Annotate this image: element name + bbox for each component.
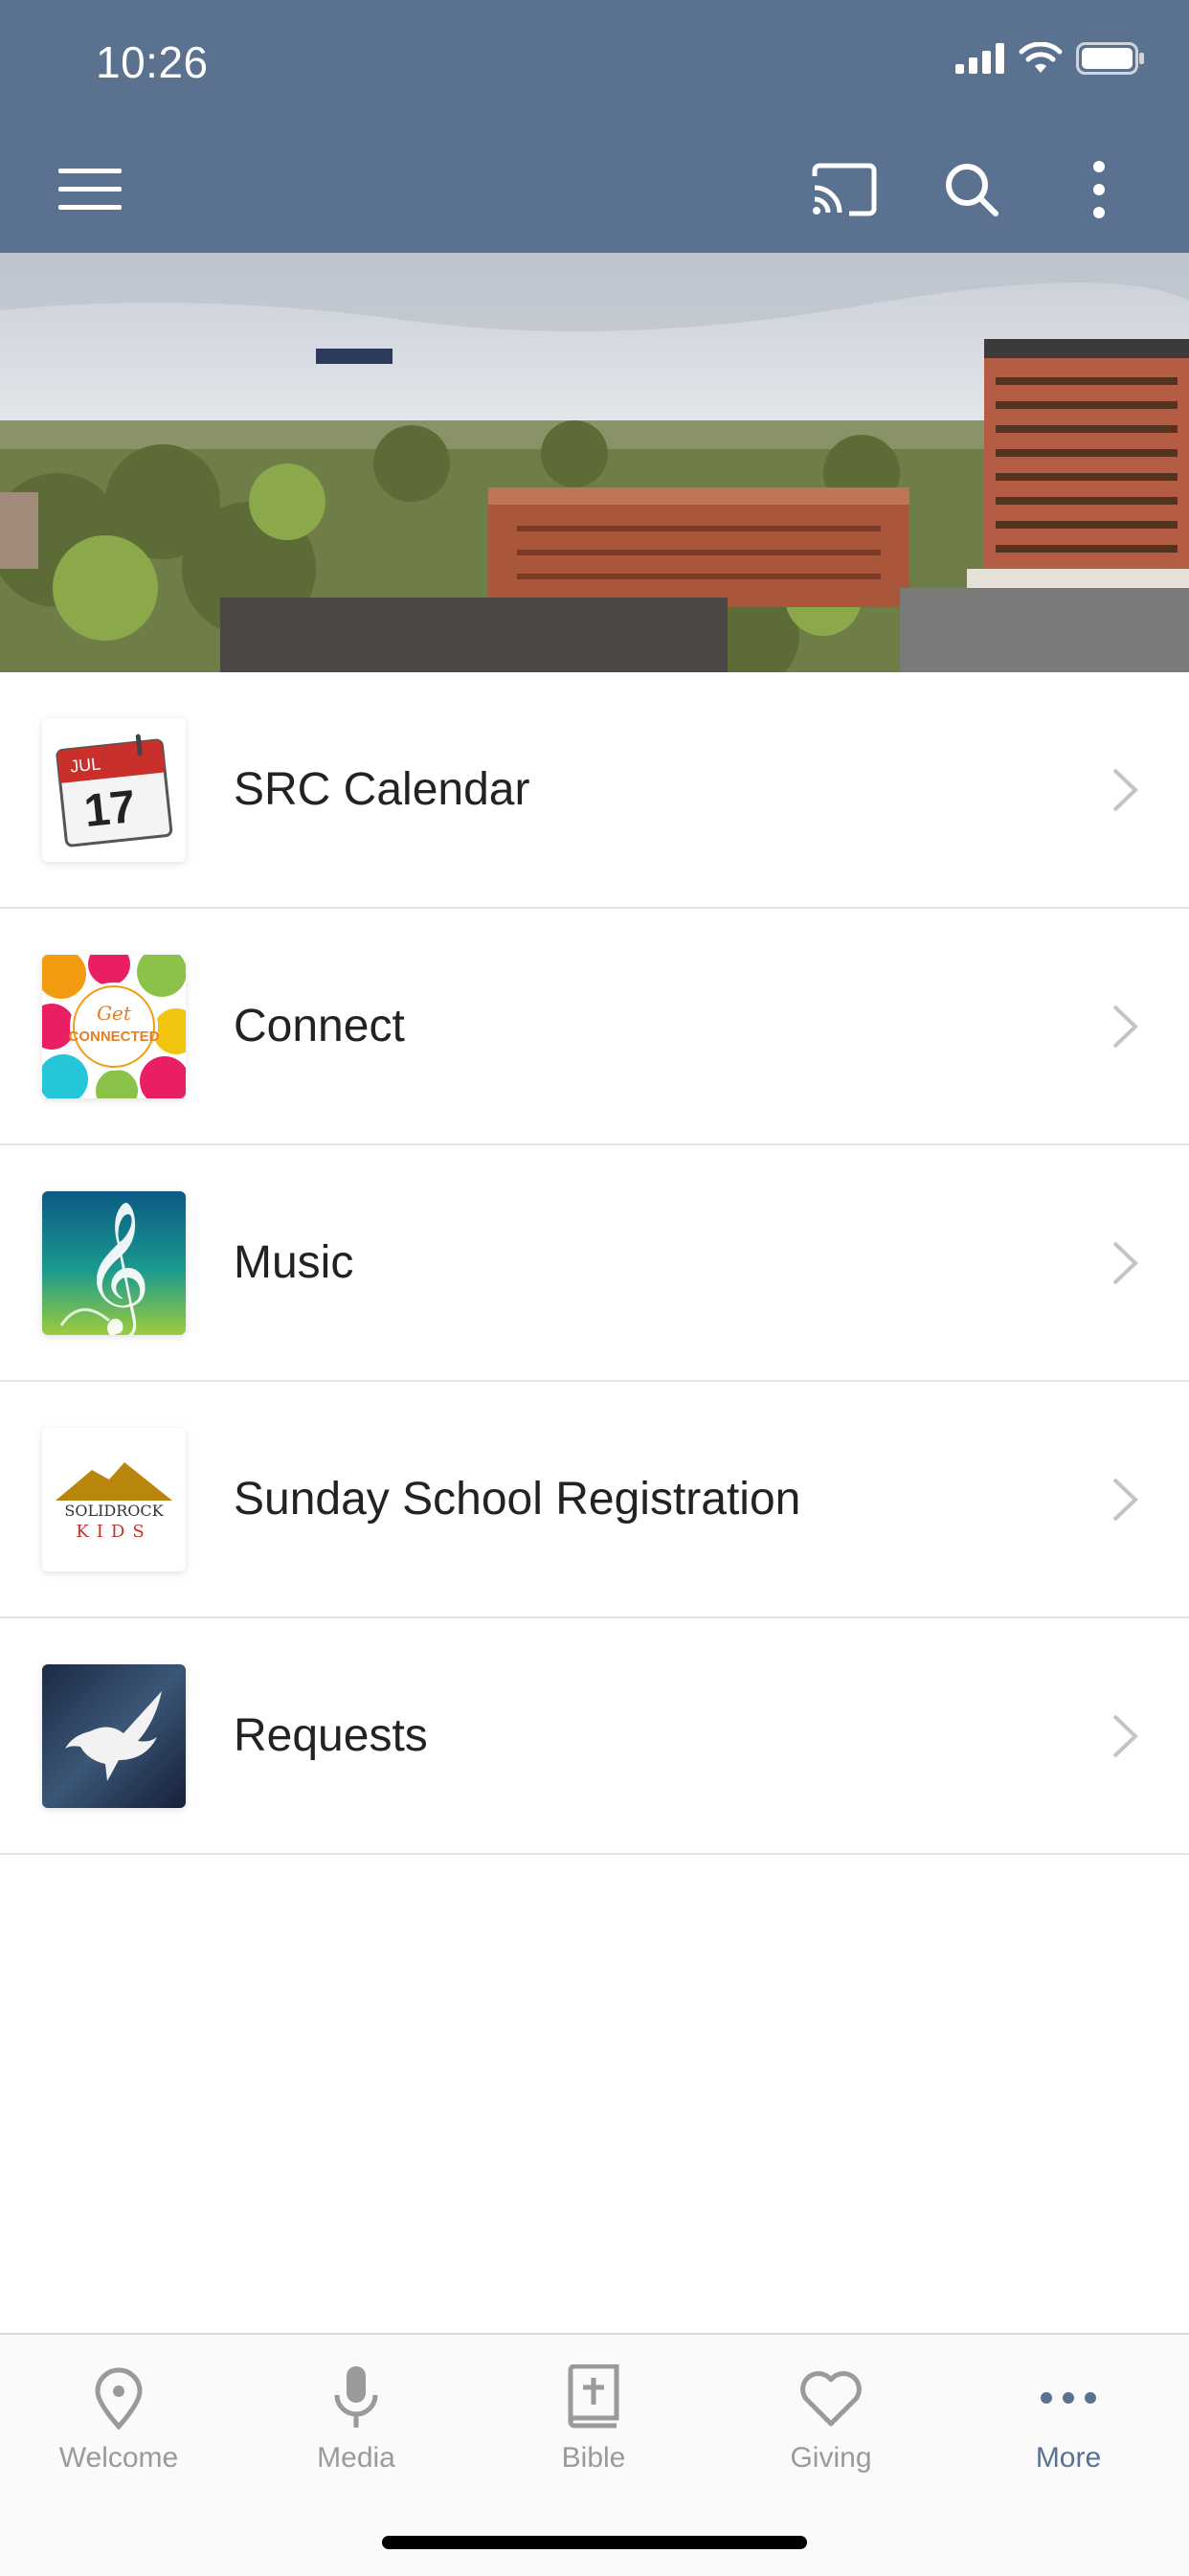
more-vert-icon	[1093, 161, 1105, 218]
treble-clef-icon: 𝄞	[42, 1191, 186, 1335]
tab-label: Giving	[790, 2442, 872, 2474]
calendar-day: 17	[81, 781, 138, 837]
tab-label: Welcome	[58, 2442, 179, 2474]
tab-media[interactable]: Media	[237, 2335, 475, 2526]
heart-icon	[793, 2360, 869, 2436]
app-header: 10:26	[0, 0, 1189, 253]
list-item-label: Sunday School Registration	[234, 1474, 801, 1525]
kids-thumb-line1: SOLIDROCK	[64, 1502, 164, 1520]
menu-button[interactable]	[52, 151, 128, 228]
list-item-music[interactable]: 𝄞 Music	[0, 1145, 1189, 1382]
bible-icon	[555, 2360, 632, 2436]
list-item-label: Connect	[234, 1001, 405, 1051]
get-connected-icon: Get CONNECTED	[42, 955, 186, 1098]
chevron-right-icon	[1112, 1241, 1138, 1285]
tab-more[interactable]: More	[950, 2335, 1187, 2526]
chevron-right-icon	[1112, 768, 1138, 812]
list-item-label: Requests	[234, 1710, 428, 1761]
list-item-connect[interactable]: Get CONNECTED Connect	[0, 909, 1189, 1145]
cellular-signal-icon	[955, 43, 1004, 74]
list-item-label: SRC Calendar	[234, 764, 530, 815]
chevron-right-icon	[1112, 1714, 1138, 1758]
microphone-icon	[318, 2360, 394, 2436]
cast-icon	[812, 163, 877, 216]
tab-bible[interactable]: Bible	[475, 2335, 712, 2526]
home-indicator	[382, 2536, 807, 2549]
search-icon	[946, 164, 998, 216]
status-icons	[955, 42, 1145, 75]
overflow-menu-button[interactable]	[1061, 151, 1137, 228]
status-time: 10:26	[96, 37, 209, 87]
list-item-src-calendar[interactable]: JUL 17 SRC Calendar	[0, 672, 1189, 909]
hero-banner-image	[0, 253, 1189, 672]
list-item-sunday-school-registration[interactable]: SOLIDROCK KIDS Sunday School Registratio…	[0, 1382, 1189, 1618]
connect-thumb-line2: CONNECTED	[68, 1028, 159, 1045]
connect-thumb-line1: Get	[97, 1002, 132, 1025]
battery-icon	[1076, 42, 1144, 75]
tab-giving[interactable]: Giving	[712, 2335, 950, 2526]
tab-label: Media	[317, 2442, 395, 2474]
tab-label: More	[1035, 2442, 1102, 2474]
kids-thumb-line2: KIDS	[76, 1522, 151, 1542]
hamburger-icon	[58, 169, 122, 210]
calendar-icon: JUL 17	[42, 718, 186, 862]
more-dots-icon	[1030, 2360, 1107, 2436]
wifi-icon	[1019, 42, 1063, 73]
list-item-label: Music	[234, 1237, 354, 1288]
cast-button[interactable]	[806, 151, 883, 228]
list-item-requests[interactable]: Requests	[0, 1618, 1189, 1855]
search-button[interactable]	[933, 151, 1010, 228]
chevron-right-icon	[1112, 1478, 1138, 1522]
solid-rock-kids-logo: SOLIDROCK KIDS	[42, 1428, 186, 1571]
menu-list: JUL 17 SRC Calendar Get CONNECTED Connec…	[0, 672, 1189, 1855]
tab-label: Bible	[561, 2442, 626, 2474]
map-pin-icon	[80, 2360, 157, 2436]
dove-icon	[42, 1664, 186, 1808]
svg-text:𝄞: 𝄞	[83, 1201, 151, 1335]
calendar-month: JUL	[69, 754, 101, 776]
tab-welcome[interactable]: Welcome	[0, 2335, 237, 2526]
chevron-right-icon	[1112, 1005, 1138, 1049]
